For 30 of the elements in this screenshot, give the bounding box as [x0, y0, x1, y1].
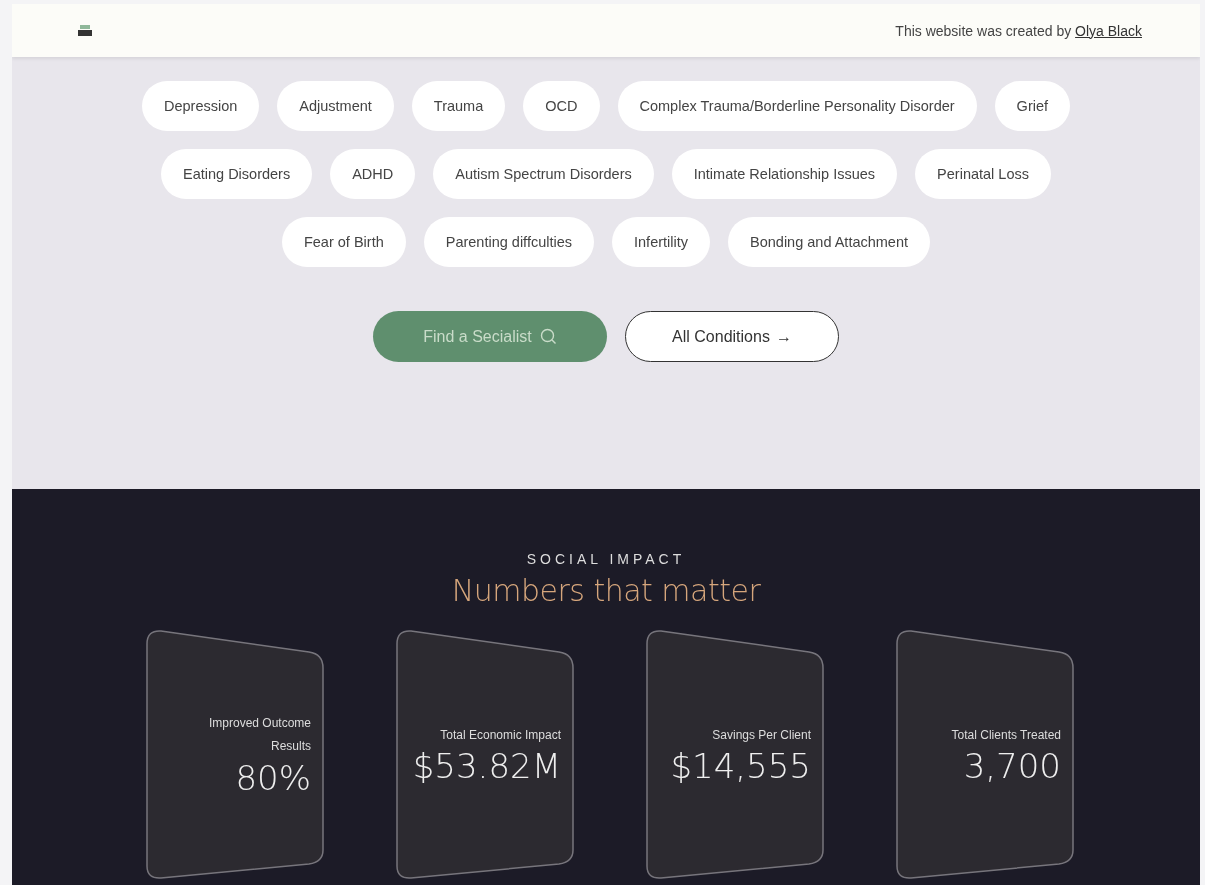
- condition-tag[interactable]: Intimate Relationship Issues: [671, 149, 898, 199]
- stat-value: 80%: [235, 757, 311, 798]
- stat-label: Savings Per Client: [712, 726, 811, 744]
- stat-label: Total Economic Impact: [440, 726, 561, 744]
- stat-value: $14,555: [670, 746, 811, 787]
- condition-tag[interactable]: OCD: [523, 81, 600, 131]
- section-title: Numbers that matter: [451, 573, 761, 608]
- condition-tag[interactable]: Infertility: [612, 217, 710, 267]
- condition-tag[interactable]: Eating Disorders: [161, 149, 313, 199]
- logo-icon[interactable]: [78, 24, 92, 37]
- stat-label: Total Clients Treated: [951, 726, 1061, 744]
- all-conditions-button[interactable]: All Conditions →: [625, 311, 839, 362]
- condition-tag[interactable]: Autism Spectrum Disorders: [433, 149, 654, 199]
- stat-value: 3,700: [963, 746, 1061, 787]
- condition-tag[interactable]: Complex Trauma/Borderline Personality Disorder: [617, 81, 977, 131]
- condition-tag[interactable]: Grief: [994, 81, 1071, 131]
- author-link[interactable]: Olya Black: [1075, 22, 1142, 39]
- section-eyebrow: SOCIAL IMPACT: [526, 551, 686, 567]
- search-icon: [539, 328, 557, 345]
- condition-tag[interactable]: Adjustment: [277, 81, 394, 131]
- condition-tag[interactable]: Trauma: [411, 81, 506, 131]
- credit-text: This website was created by Olya Black: [895, 22, 1142, 39]
- condition-tag[interactable]: Bonding and Attachment: [728, 217, 931, 267]
- stat-label: Improved Outcome Results: [207, 715, 311, 755]
- stat-value: $53.82M: [412, 746, 561, 787]
- condition-tag[interactable]: ADHD: [330, 149, 416, 199]
- condition-tag[interactable]: Fear of Birth: [281, 217, 406, 267]
- condition-tag[interactable]: Depression: [141, 81, 260, 131]
- condition-tag[interactable]: Parenting diffculties: [423, 217, 594, 267]
- condition-tag[interactable]: Perinatal Loss: [915, 149, 1051, 199]
